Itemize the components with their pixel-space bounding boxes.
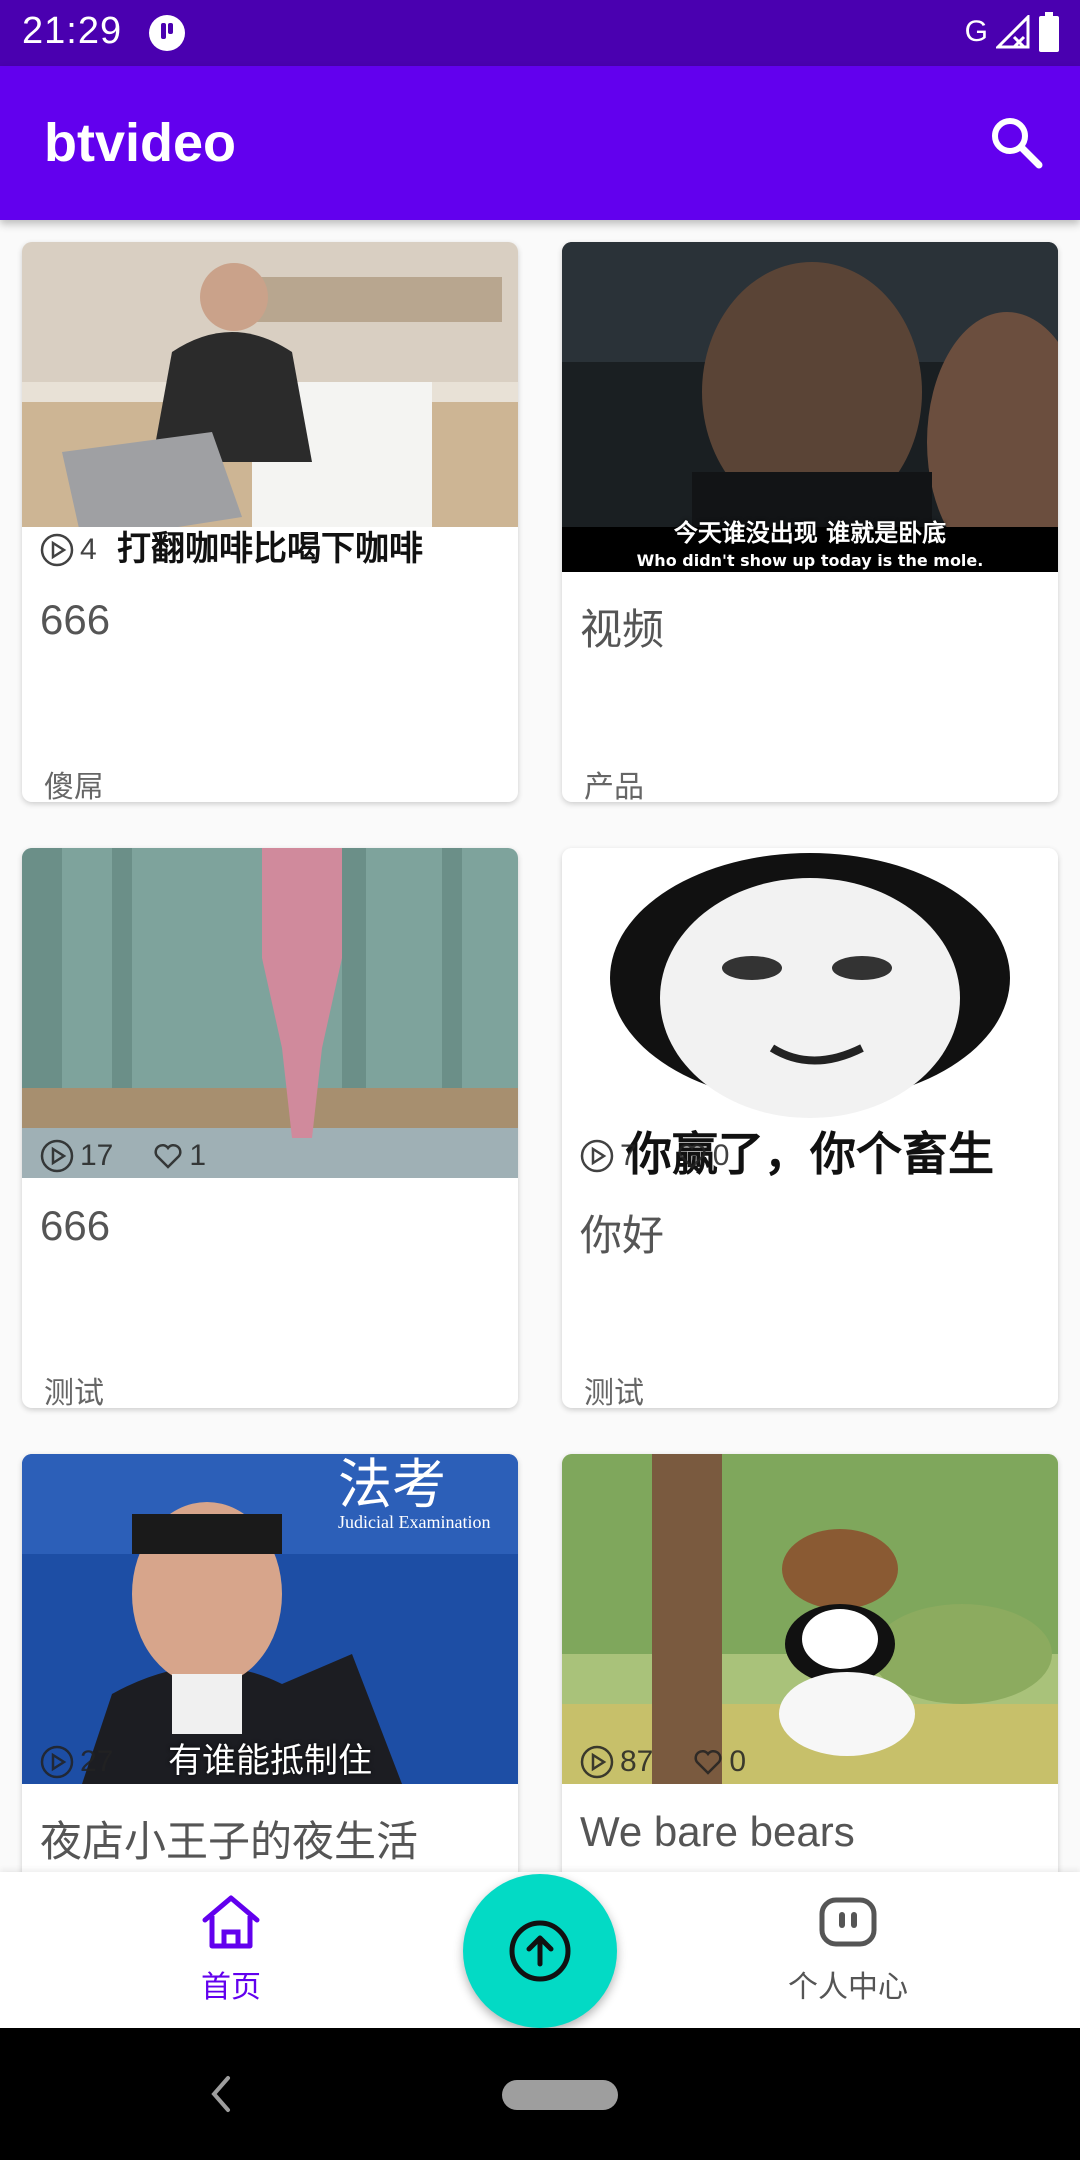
video-stats: 27 bbox=[40, 1742, 113, 1782]
play-icon bbox=[40, 1139, 74, 1173]
video-tag: 傻屌 bbox=[44, 770, 104, 802]
video-thumbnail[interactable]: 打翻咖啡比喝下咖啡 4 bbox=[22, 242, 518, 572]
play-icon bbox=[580, 1139, 614, 1173]
play-icon bbox=[40, 1745, 74, 1779]
like-count: 1 bbox=[189, 1139, 207, 1172]
video-stats: 17 1 bbox=[40, 1136, 206, 1176]
thumbnail-image bbox=[562, 1454, 1058, 1784]
play-count: 17 bbox=[80, 1139, 114, 1172]
heart-icon[interactable] bbox=[677, 1141, 707, 1171]
video-stats: 4 bbox=[40, 530, 97, 570]
like-count: 0 bbox=[712, 1139, 730, 1172]
nav-profile-label: 个人中心 bbox=[788, 1970, 908, 2005]
heart-icon[interactable] bbox=[153, 1141, 183, 1171]
play-count: 87 bbox=[620, 1745, 654, 1778]
signal-icon bbox=[996, 15, 1030, 49]
status-time: 21:29 bbox=[22, 10, 123, 52]
home-icon bbox=[202, 1895, 260, 1949]
video-stats: 7 0 bbox=[580, 1136, 729, 1176]
video-card[interactable]: 打翻咖啡比喝下咖啡 4 666 傻屌 bbox=[22, 242, 518, 802]
video-thumbnail[interactable]: 你赢了，你个畜生 7 0 bbox=[562, 848, 1058, 1178]
app-title: btvideo bbox=[44, 113, 237, 173]
heart-icon[interactable] bbox=[693, 1747, 723, 1777]
video-tag: 产品 bbox=[584, 770, 644, 802]
video-card[interactable]: 今天谁没出现 谁就是卧底 Who didn't show up today is… bbox=[562, 242, 1058, 802]
video-thumbnail[interactable]: 17 1 bbox=[22, 848, 518, 1178]
status-bar: 21:29 G bbox=[0, 0, 1080, 66]
video-card[interactable]: 17 1 666 测试 bbox=[22, 848, 518, 1408]
video-card[interactable]: 87 0 We bare bears bbox=[562, 1454, 1058, 1872]
thumbnail-caption: 今天谁没出现 谁就是卧底 bbox=[673, 519, 947, 547]
play-icon bbox=[580, 1745, 614, 1779]
back-icon[interactable] bbox=[208, 2074, 232, 2114]
video-title: 夜店小王子的夜生活 bbox=[40, 1818, 419, 1865]
nav-home-label: 首页 bbox=[201, 1970, 261, 2005]
play-count: 7 bbox=[620, 1139, 637, 1172]
banner-text-english: Judicial Examination bbox=[338, 1512, 491, 1532]
video-title: We bare bears bbox=[580, 1808, 855, 1855]
play-count: 27 bbox=[80, 1745, 114, 1778]
play-icon bbox=[40, 533, 74, 567]
video-title: 视频 bbox=[580, 606, 665, 653]
video-title: 666 bbox=[40, 1202, 111, 1249]
search-icon[interactable] bbox=[986, 112, 1046, 172]
battery-icon bbox=[1039, 12, 1059, 52]
profile-icon bbox=[819, 1897, 877, 1947]
video-tag: 测试 bbox=[584, 1376, 644, 1408]
home-pill[interactable] bbox=[502, 2080, 618, 2110]
network-type: G bbox=[964, 15, 988, 48]
video-card[interactable]: 法考 Judicial Examination 有谁能抵制住 27 夜店小王子的… bbox=[22, 1454, 518, 1872]
like-count: 0 bbox=[729, 1745, 747, 1778]
notification-app-icon bbox=[149, 15, 185, 51]
video-thumbnail[interactable]: 87 0 bbox=[562, 1454, 1058, 1784]
video-stats: 87 0 bbox=[580, 1742, 746, 1782]
upload-button[interactable] bbox=[463, 1874, 617, 2028]
video-card[interactable]: 你赢了，你个畜生 7 0 你好 测试 bbox=[562, 848, 1058, 1408]
video-thumbnail[interactable]: 法考 Judicial Examination 有谁能抵制住 27 bbox=[22, 1454, 518, 1784]
thumbnail-caption-english: Who didn't show up today is the mole. bbox=[636, 551, 984, 570]
video-tag: 测试 bbox=[44, 1376, 104, 1408]
app-bar: btvideo bbox=[0, 66, 1080, 220]
thumbnail-image bbox=[22, 848, 518, 1178]
video-thumbnail[interactable]: 今天谁没出现 谁就是卧底 Who didn't show up today is… bbox=[562, 242, 1058, 572]
nav-profile[interactable]: 个人中心 bbox=[748, 1890, 948, 2006]
video-title: 你好 bbox=[580, 1212, 665, 1259]
status-indicators: G bbox=[965, 12, 1060, 52]
video-title: 666 bbox=[40, 596, 111, 643]
upload-icon bbox=[509, 1920, 571, 1982]
system-navigation-bar bbox=[0, 2028, 1080, 2160]
video-grid: 打翻咖啡比喝下咖啡 4 666 傻屌 今天谁没出现 谁就是卧底 Who didn… bbox=[0, 220, 1080, 1872]
banner-text: 法考 bbox=[338, 1454, 446, 1516]
play-count: 4 bbox=[80, 533, 97, 566]
nav-home[interactable]: 首页 bbox=[131, 1890, 331, 2006]
